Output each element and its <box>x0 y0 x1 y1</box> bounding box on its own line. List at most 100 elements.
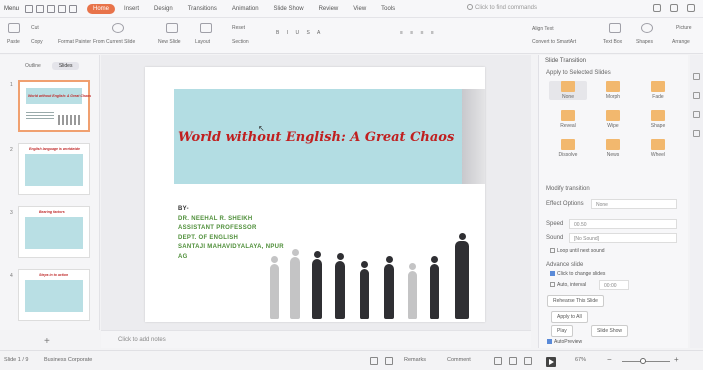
format-painter-button[interactable]: Format Painter <box>58 39 91 45</box>
copy-button[interactable]: Copy <box>31 39 43 45</box>
paste-icon[interactable] <box>8 23 20 33</box>
shapes-button[interactable]: Shapes <box>636 39 653 45</box>
menu-button[interactable]: Menu <box>4 6 19 12</box>
transition-news[interactable]: News <box>594 139 632 158</box>
zoom-out-icon[interactable]: − <box>607 355 612 364</box>
transition-wipe[interactable]: Wipe <box>594 110 632 129</box>
loop-checkbox[interactable]: Loop until next sound <box>550 248 605 254</box>
shapes-icon[interactable] <box>641 23 653 33</box>
undo-icon[interactable] <box>69 4 78 13</box>
print-icon[interactable] <box>58 4 67 13</box>
tab-review[interactable]: Review <box>313 4 345 14</box>
on-click-checkbox[interactable]: Click to change slides <box>550 271 605 277</box>
slide-thumbnail-2[interactable]: English language is worldwide <box>18 143 90 195</box>
save-icon[interactable] <box>47 4 56 13</box>
zoom-slider[interactable] <box>622 361 670 362</box>
tab-transitions[interactable]: Transitions <box>182 4 223 14</box>
autopreview-checkbox[interactable]: AutoPreview <box>547 339 582 345</box>
new-slide-icon[interactable] <box>166 23 178 33</box>
layout-button[interactable]: Layout <box>195 39 210 45</box>
cut-button[interactable]: Cut <box>31 25 39 31</box>
slide-sorter-icon[interactable] <box>509 357 517 365</box>
transition-shape[interactable]: Shape <box>639 110 677 129</box>
text-box-button[interactable]: Text Box <box>603 39 622 45</box>
zoom-in-icon[interactable]: + <box>674 355 679 364</box>
tab-slides[interactable]: Slides <box>51 62 80 70</box>
transition-swatch <box>651 139 665 150</box>
zoom-level[interactable]: 67% <box>575 357 586 363</box>
reset-button[interactable]: Reset <box>232 25 245 31</box>
slide-thumbnail-4[interactable]: Steps in to action <box>18 269 90 321</box>
tab-design[interactable]: Design <box>148 4 179 14</box>
effect-options-select[interactable]: None <box>591 199 677 209</box>
tab-view[interactable]: View <box>347 4 372 14</box>
auto-interval-input[interactable]: 00:00 <box>599 280 629 290</box>
from-current-slide-button[interactable]: From Current Slide <box>93 39 135 45</box>
slide-number: 1 <box>10 82 13 88</box>
sound-select[interactable]: [No Sound] <box>569 233 677 243</box>
tab-home[interactable]: Home <box>87 3 116 14</box>
business-people-image[interactable] <box>260 225 485 322</box>
tab-animation[interactable]: Animation <box>226 4 265 14</box>
open-icon[interactable] <box>36 4 45 13</box>
align-text-button[interactable]: Align Text <box>532 26 554 32</box>
animation-icon[interactable] <box>693 130 700 137</box>
theme-name[interactable]: Business Corporate <box>44 357 92 363</box>
slide-show-button[interactable]: Slide Show <box>591 325 629 337</box>
command-search[interactable]: Click to find commands <box>467 4 537 11</box>
current-slide[interactable]: World without English: A Great Chaos BY-… <box>145 67 485 322</box>
slide-title[interactable]: World without English: A Great Chaos <box>178 130 454 145</box>
normal-view-icon[interactable] <box>494 357 502 365</box>
tab-insert[interactable]: Insert <box>118 4 145 14</box>
person-silhouette <box>290 249 300 319</box>
remarks-button[interactable]: Remarks <box>404 357 426 363</box>
apply-all-button[interactable]: Apply to All <box>551 311 588 323</box>
spell-check-icon[interactable] <box>370 357 378 365</box>
play-button[interactable]: Play <box>551 325 573 337</box>
transition-fade[interactable]: Fade <box>639 81 677 100</box>
new-slide-button[interactable]: New Slide <box>158 39 181 45</box>
transition-dissolve[interactable]: Dissolve <box>549 139 587 158</box>
reading-view-icon[interactable] <box>524 357 532 365</box>
notes-bar[interactable]: Click to add notes <box>101 330 531 348</box>
thumb-title: English language is worldwide <box>29 147 80 151</box>
slideshow-play-icon[interactable] <box>546 357 556 367</box>
style-icon[interactable] <box>693 92 700 99</box>
transition-wheel[interactable]: Wheel <box>639 139 677 158</box>
auto-interval-checkbox[interactable]: Auto, interval <box>550 282 586 288</box>
paste-button[interactable]: Paste <box>7 39 20 45</box>
account-icon[interactable] <box>653 4 661 12</box>
transition-morph[interactable]: Morph <box>594 81 632 100</box>
text-box-icon[interactable] <box>609 23 621 33</box>
comment-button[interactable]: Comment <box>447 357 471 363</box>
protect-icon[interactable] <box>385 357 393 365</box>
transition-icon[interactable] <box>693 111 700 118</box>
thumb-band <box>25 280 83 312</box>
font-formatting-group[interactable]: B I U S A <box>276 30 323 36</box>
tab-tools[interactable]: Tools <box>375 4 401 14</box>
zoom-slider-handle[interactable] <box>640 358 646 364</box>
transition-none[interactable]: None <box>549 81 587 100</box>
speed-input[interactable]: 00.50 <box>569 219 677 229</box>
rehearse-button[interactable]: Rehearse This Slide <box>547 295 604 307</box>
select-icon[interactable] <box>693 73 700 80</box>
slide-thumbnail-1[interactable]: World without English: A Great Chaos <box>18 80 91 132</box>
more-icon[interactable] <box>687 4 695 12</box>
arrange-button[interactable]: Arrange <box>672 39 690 45</box>
new-file-icon[interactable] <box>25 4 34 13</box>
search-placeholder: Click to find commands <box>475 5 538 11</box>
share-icon[interactable] <box>670 4 678 12</box>
layout-icon[interactable] <box>200 23 212 33</box>
picture-button[interactable]: Picture <box>676 25 692 31</box>
section-button[interactable]: Section <box>232 39 249 45</box>
transition-reveal[interactable]: Reveal <box>549 110 587 129</box>
play-from-current-icon[interactable] <box>112 23 124 33</box>
slide-thumbnail-3[interactable]: Bearing factors <box>18 206 90 258</box>
convert-smartart-button[interactable]: Convert to SmartArt <box>532 39 576 45</box>
tab-outline[interactable]: Outline <box>18 62 48 70</box>
person-silhouette <box>360 261 369 319</box>
paragraph-group[interactable]: ≡ ≡ ≡ ≡ <box>400 30 437 36</box>
window-controls <box>653 4 695 12</box>
tab-slide-show[interactable]: Slide Show <box>268 4 310 14</box>
add-slide-button[interactable]: + <box>44 336 50 347</box>
